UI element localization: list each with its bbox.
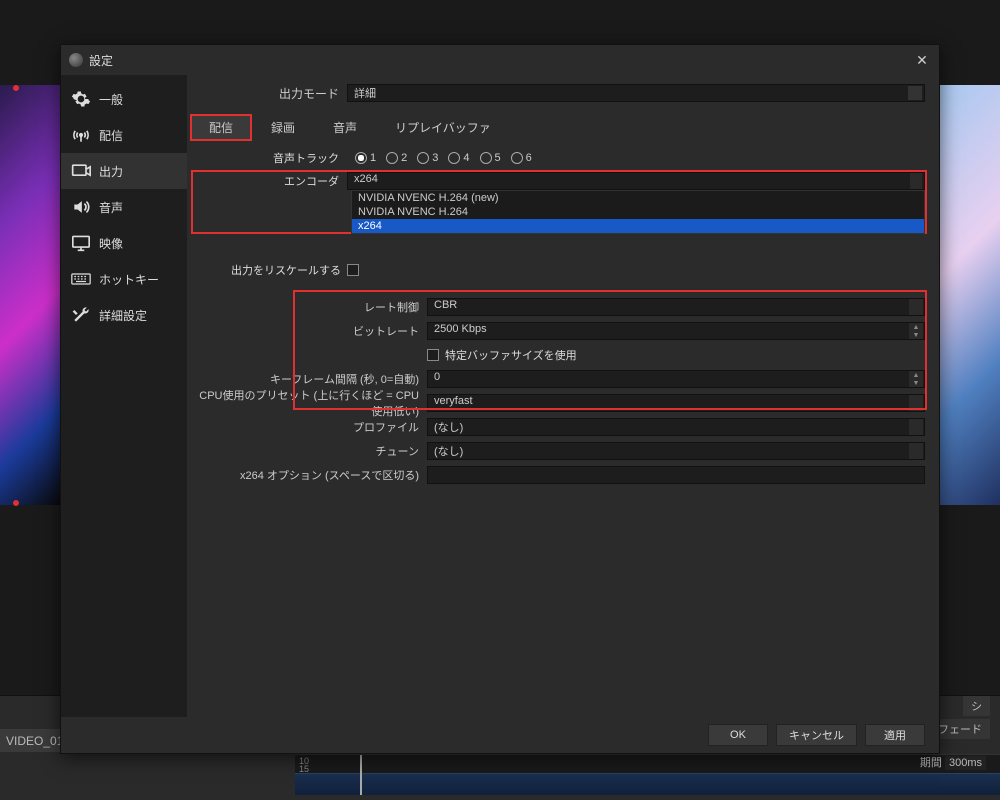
sidebar-item-stream[interactable]: 配信 bbox=[61, 117, 187, 153]
profile-label: プロファイル bbox=[191, 419, 427, 435]
encoder-option[interactable]: x264 bbox=[352, 219, 924, 233]
output-tabs: 配信 録画 音声 リプレイバッファ bbox=[187, 105, 939, 140]
keyboard-icon bbox=[71, 269, 91, 289]
track-6-radio[interactable] bbox=[511, 152, 523, 164]
sidebar-item-label: 一般 bbox=[99, 91, 123, 108]
cancel-button[interactable]: キャンセル bbox=[776, 724, 857, 746]
timeline-ruler: 1015 bbox=[295, 755, 1000, 773]
preview-left bbox=[0, 85, 60, 505]
spinner-icon[interactable]: ▲▼ bbox=[909, 323, 923, 339]
encoder-options-list: NVIDIA NVENC H.264 (new) NVIDIA NVENC H.… bbox=[351, 190, 925, 234]
settings-dialog: 設定 ✕ 一般 配信 出力 音声 映像 bbox=[60, 44, 940, 754]
sidebar-item-video[interactable]: 映像 bbox=[61, 225, 187, 261]
bitrate-field[interactable]: 2500 Kbps▲▼ bbox=[427, 322, 925, 340]
sidebar-item-label: 音声 bbox=[99, 199, 123, 216]
sidebar-item-label: 出力 bbox=[99, 163, 123, 180]
ok-button[interactable]: OK bbox=[708, 724, 768, 746]
output-icon bbox=[71, 161, 91, 181]
sidebar-item-label: 詳細設定 bbox=[99, 307, 147, 324]
encoder-label: エンコーダ bbox=[191, 173, 347, 189]
sidebar-item-hotkeys[interactable]: ホットキー bbox=[61, 261, 187, 297]
track-5-radio[interactable] bbox=[480, 152, 492, 164]
track-1-radio[interactable] bbox=[355, 152, 367, 164]
gear-icon bbox=[71, 89, 91, 109]
sidebar-item-output[interactable]: 出力 bbox=[61, 153, 187, 189]
track-2-radio[interactable] bbox=[386, 152, 398, 164]
rate-control-dropdown[interactable]: CBR bbox=[427, 298, 925, 316]
encoder-option[interactable]: NVIDIA NVENC H.264 bbox=[352, 205, 924, 219]
dropdown-spin-icon bbox=[909, 299, 923, 315]
sidebar-item-audio[interactable]: 音声 bbox=[61, 189, 187, 225]
output-mode-label: 出力モード bbox=[187, 85, 347, 102]
sidebar-item-label: 映像 bbox=[99, 235, 123, 252]
x264-options-label: x264 オプション (スペースで区切る) bbox=[191, 467, 427, 483]
output-mode-value: 詳細 bbox=[354, 85, 376, 101]
cpu-preset-dropdown[interactable]: veryfast bbox=[427, 394, 925, 412]
track-4-radio[interactable] bbox=[448, 152, 460, 164]
tools-icon bbox=[71, 305, 91, 325]
dropdown-spin-icon bbox=[909, 443, 923, 459]
custom-buffer-label: 特定バッファサイズを使用 bbox=[445, 347, 577, 363]
tune-dropdown[interactable]: (なし) bbox=[427, 442, 925, 460]
tab-audio[interactable]: 音声 bbox=[315, 115, 375, 140]
app-icon bbox=[69, 53, 83, 67]
tune-label: チューン bbox=[191, 443, 427, 459]
dialog-footer: OK キャンセル 適用 bbox=[61, 717, 939, 753]
rate-control-label: レート制御 bbox=[191, 299, 427, 315]
dropdown-spin-icon bbox=[909, 419, 923, 435]
encoder-dropdown[interactable]: x264 bbox=[347, 172, 925, 190]
tab-streaming[interactable]: 配信 bbox=[191, 115, 251, 140]
tab-replay-buffer[interactable]: リプレイバッファ bbox=[377, 115, 509, 140]
selection-handle[interactable] bbox=[13, 85, 19, 91]
rescale-label: 出力をリスケールする bbox=[187, 262, 347, 278]
timeline-track[interactable] bbox=[295, 773, 1000, 795]
encoder-section: エンコーダ x264 NVIDIA NVENC H.264 (new) NVID… bbox=[191, 172, 925, 234]
tab-recording[interactable]: 録画 bbox=[253, 115, 313, 140]
titlebar[interactable]: 設定 ✕ bbox=[61, 45, 939, 75]
encoder-settings-panel: レート制御 CBR ビットレート 2500 Kbps▲▼ 特定バッファサイズを使… bbox=[191, 292, 925, 492]
sidebar-item-label: ホットキー bbox=[99, 271, 159, 288]
sidebar: 一般 配信 出力 音声 映像 ホットキー bbox=[61, 75, 187, 717]
spinner-icon[interactable]: ▲▼ bbox=[909, 371, 923, 387]
sidebar-item-general[interactable]: 一般 bbox=[61, 81, 187, 117]
monitor-icon bbox=[71, 233, 91, 253]
sidebar-item-label: 配信 bbox=[99, 127, 123, 144]
track-3-radio[interactable] bbox=[417, 152, 429, 164]
speaker-icon bbox=[71, 197, 91, 217]
x264-options-field[interactable] bbox=[427, 466, 925, 484]
cpu-preset-label: CPU使用のプリセット (上に行くほど = CPU使用低い) bbox=[191, 387, 427, 419]
selection-handle[interactable] bbox=[13, 500, 19, 506]
custom-buffer-checkbox[interactable] bbox=[427, 349, 439, 361]
encoder-value: x264 bbox=[354, 173, 378, 185]
close-button[interactable]: ✕ bbox=[913, 51, 931, 69]
timeline[interactable]: 1015 bbox=[295, 754, 1000, 794]
preview-right bbox=[940, 85, 1000, 505]
dialog-title: 設定 bbox=[89, 52, 913, 69]
duration-display: 期間 300ms bbox=[920, 754, 986, 770]
dropdown-spin-icon bbox=[909, 395, 923, 411]
apply-button[interactable]: 適用 bbox=[865, 724, 925, 746]
keyframe-label: キーフレーム間隔 (秒, 0=自動) bbox=[191, 371, 427, 387]
rescale-checkbox[interactable] bbox=[347, 264, 359, 276]
content-pane: 出力モード 詳細 配信 録画 音声 リプレイバッファ 音声トラック 1 2 3 … bbox=[187, 75, 939, 717]
audio-tracks-label: 音声トラック bbox=[187, 150, 347, 166]
dropdown-spin-icon bbox=[910, 173, 922, 189]
sidebar-item-advanced[interactable]: 詳細設定 bbox=[61, 297, 187, 333]
dropdown-spin-icon bbox=[908, 86, 922, 100]
playhead[interactable] bbox=[360, 755, 362, 795]
broadcast-icon bbox=[71, 125, 91, 145]
output-mode-dropdown[interactable]: 詳細 bbox=[347, 84, 925, 102]
audio-tracks-row: 音声トラック 1 2 3 4 5 6 bbox=[187, 146, 939, 170]
encoder-option[interactable]: NVIDIA NVENC H.264 (new) bbox=[352, 191, 924, 205]
transition-label[interactable]: シ bbox=[963, 696, 990, 716]
profile-dropdown[interactable]: (なし) bbox=[427, 418, 925, 436]
keyframe-field[interactable]: 0▲▼ bbox=[427, 370, 925, 388]
bitrate-label: ビットレート bbox=[191, 323, 427, 339]
